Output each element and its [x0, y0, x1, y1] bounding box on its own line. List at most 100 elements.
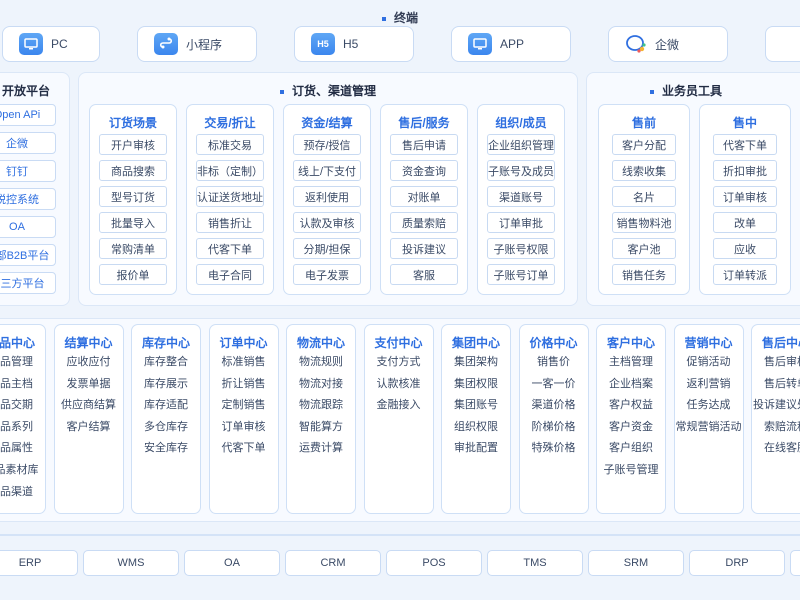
terminal-app[interactable]: APP — [451, 26, 571, 62]
center-item[interactable]: 折让销售 — [209, 374, 279, 395]
function-item[interactable]: 预存/授信 — [293, 134, 361, 155]
center-item[interactable]: 安全库存 — [131, 438, 201, 459]
center-item[interactable]: 商品属性 — [0, 438, 46, 459]
function-item[interactable]: 对账单 — [390, 186, 458, 207]
center-item[interactable]: 售后转单 — [751, 374, 800, 395]
function-item[interactable]: 代客下单 — [196, 238, 264, 259]
system-more[interactable] — [790, 550, 800, 576]
function-item[interactable]: 分期/担保 — [293, 238, 361, 259]
center-item[interactable]: 客户结算 — [54, 417, 124, 438]
function-item[interactable]: 型号订货 — [99, 186, 167, 207]
center-item[interactable]: 商品交期 — [0, 395, 46, 416]
center-item[interactable]: 客户权益 — [596, 395, 666, 416]
open-platform-item[interactable]: 钉钉 — [0, 160, 56, 182]
center-item[interactable]: 运费计算 — [286, 438, 356, 459]
center-item[interactable]: 商品渠道 — [0, 482, 46, 503]
function-item[interactable]: 客服 — [390, 264, 458, 285]
function-item[interactable]: 质量索赔 — [390, 212, 458, 233]
center-item[interactable]: 定制销售 — [209, 395, 279, 416]
function-item[interactable]: 企业组织管理 — [487, 134, 555, 155]
system-srm[interactable]: SRM — [588, 550, 684, 576]
function-item[interactable]: 电子合同 — [196, 264, 264, 285]
center-item[interactable]: 索赔流程 — [751, 417, 800, 438]
center-item[interactable]: 发票单据 — [54, 374, 124, 395]
open-platform-item[interactable]: 税控系统 — [0, 188, 56, 210]
function-item[interactable]: 应收 — [713, 238, 777, 259]
function-item[interactable]: 常购清单 — [99, 238, 167, 259]
function-item[interactable]: 销售任务 — [612, 264, 676, 285]
center-item[interactable]: 代客下单 — [209, 438, 279, 459]
center-item[interactable]: 一客一价 — [519, 374, 589, 395]
function-item[interactable]: 代客下单 — [713, 134, 777, 155]
function-item[interactable]: 报价单 — [99, 264, 167, 285]
center-item[interactable]: 投诉建议处理 — [751, 395, 800, 416]
center-item[interactable]: 任务达成 — [674, 395, 744, 416]
system-wms[interactable]: WMS — [83, 550, 179, 576]
center-item[interactable]: 物流跟踪 — [286, 395, 356, 416]
center-item[interactable]: 标准销售 — [209, 352, 279, 373]
function-item[interactable]: 客户池 — [612, 238, 676, 259]
function-item[interactable]: 投诉建议 — [390, 238, 458, 259]
center-item[interactable]: 认款核准 — [364, 374, 434, 395]
function-item[interactable]: 子账号订单 — [487, 264, 555, 285]
center-item[interactable]: 库存展示 — [131, 374, 201, 395]
center-item[interactable]: 组织权限 — [441, 417, 511, 438]
function-item[interactable]: 名片 — [612, 186, 676, 207]
terminal-wecom[interactable]: 企微 — [608, 26, 728, 62]
center-item[interactable]: 售后审核 — [751, 352, 800, 373]
function-item[interactable]: 订单转派 — [713, 264, 777, 285]
system-crm[interactable]: CRM — [285, 550, 381, 576]
center-item[interactable]: 多仓库存 — [131, 417, 201, 438]
center-item[interactable]: 应收应付 — [54, 352, 124, 373]
function-item[interactable]: 商品搜索 — [99, 160, 167, 181]
center-item[interactable]: 常规营销活动 — [674, 417, 744, 438]
function-item[interactable]: 非标（定制） — [196, 160, 264, 181]
function-item[interactable]: 子账号权限 — [487, 238, 555, 259]
center-item[interactable]: 集团权限 — [441, 374, 511, 395]
center-item[interactable]: 客户组织 — [596, 438, 666, 459]
terminal-more[interactable] — [765, 26, 800, 62]
system-drp[interactable]: DRP — [689, 550, 785, 576]
center-item[interactable]: 在线客服 — [751, 438, 800, 459]
function-item[interactable]: 订单审核 — [713, 186, 777, 207]
center-item[interactable]: 库存适配 — [131, 395, 201, 416]
center-item[interactable]: 商品管理 — [0, 352, 46, 373]
function-item[interactable]: 售后申请 — [390, 134, 458, 155]
function-item[interactable]: 认款及审核 — [293, 212, 361, 233]
center-item[interactable]: 企业档案 — [596, 374, 666, 395]
center-item[interactable]: 子账号管理 — [596, 460, 666, 481]
center-item[interactable]: 订单审核 — [209, 417, 279, 438]
function-item[interactable]: 线索收集 — [612, 160, 676, 181]
center-item[interactable]: 审批配置 — [441, 438, 511, 459]
function-item[interactable]: 认证送货地址 — [196, 186, 264, 207]
function-item[interactable]: 批量导入 — [99, 212, 167, 233]
center-item[interactable]: 阶梯价格 — [519, 417, 589, 438]
system-erp[interactable]: ERP — [0, 550, 78, 576]
center-item[interactable]: 销售价 — [519, 352, 589, 373]
open-platform-item[interactable]: 外部B2B平台 — [0, 244, 56, 266]
open-platform-item[interactable]: Open APi — [0, 104, 56, 126]
function-item[interactable]: 渠道账号 — [487, 186, 555, 207]
center-item[interactable]: 商品系列 — [0, 417, 46, 438]
system-tms[interactable]: TMS — [487, 550, 583, 576]
center-item[interactable]: 促销活动 — [674, 352, 744, 373]
center-item[interactable]: 集团架构 — [441, 352, 511, 373]
function-item[interactable]: 电子发票 — [293, 264, 361, 285]
terminal-mini-program[interactable]: 小程序 — [137, 26, 257, 62]
function-item[interactable]: 资金查询 — [390, 160, 458, 181]
center-item[interactable]: 商品素材库 — [0, 460, 46, 481]
system-pos[interactable]: POS — [386, 550, 482, 576]
open-platform-item[interactable]: OA — [0, 216, 56, 238]
center-item[interactable]: 返利营销 — [674, 374, 744, 395]
function-item[interactable]: 客户分配 — [612, 134, 676, 155]
function-item[interactable]: 改单 — [713, 212, 777, 233]
function-item[interactable]: 开户审核 — [99, 134, 167, 155]
center-item[interactable]: 集团账号 — [441, 395, 511, 416]
function-item[interactable]: 销售折让 — [196, 212, 264, 233]
center-item[interactable]: 客户资金 — [596, 417, 666, 438]
system-oa[interactable]: OA — [184, 550, 280, 576]
function-item[interactable]: 返利使用 — [293, 186, 361, 207]
center-item[interactable]: 物流规则 — [286, 352, 356, 373]
center-item[interactable]: 库存整合 — [131, 352, 201, 373]
open-platform-item[interactable]: 企微 — [0, 132, 56, 154]
